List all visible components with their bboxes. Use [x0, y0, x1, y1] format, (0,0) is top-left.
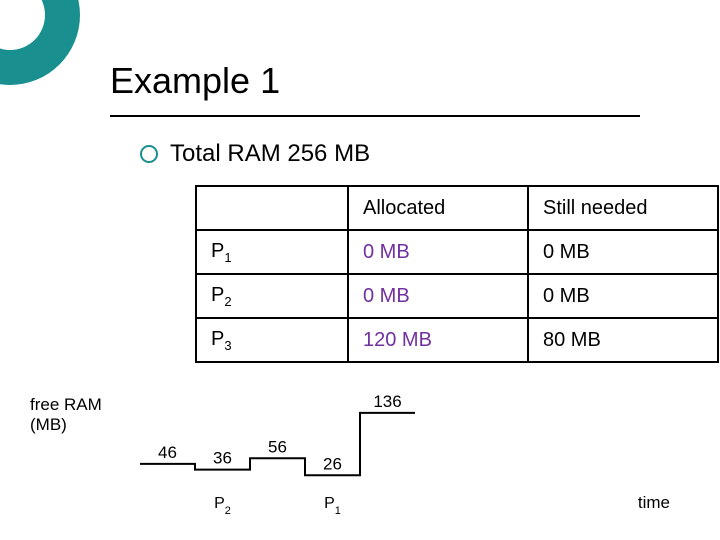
step-value-label: 46: [158, 443, 177, 462]
still-cell: 0 MB: [528, 230, 718, 274]
free-ram-axis-label: free RAM (MB): [30, 395, 102, 436]
allocated-cell: 0 MB: [348, 274, 528, 318]
proc-cell: P1: [196, 230, 348, 274]
bullet-text: Total RAM 256 MB: [170, 140, 370, 168]
table-header-proc: [196, 186, 348, 230]
allocated-cell: 0 MB: [348, 230, 528, 274]
step-value-label: 26: [323, 454, 342, 473]
bullet-item: Total RAM 256 MB: [140, 140, 370, 168]
still-cell: 80 MB: [528, 318, 718, 362]
page-title: Example 1: [110, 60, 280, 102]
proc-cell: P3: [196, 318, 348, 362]
step-value-label: 136: [373, 392, 401, 411]
decorative-circle: [0, 0, 80, 85]
proc-marker: P2: [214, 495, 231, 517]
proc-cell: P2: [196, 274, 348, 318]
step-value-label: 56: [268, 437, 287, 456]
still-cell: 0 MB: [528, 274, 718, 318]
table-header-allocated: Allocated: [348, 186, 528, 230]
table-row: P2 0 MB 0 MB: [196, 274, 718, 318]
step-value-label: 36: [213, 449, 232, 468]
table-header-still: Still needed: [528, 186, 718, 230]
table-row: P3 120 MB 80 MB: [196, 318, 718, 362]
bullet-icon: [140, 145, 158, 163]
table-row: P1 0 MB 0 MB: [196, 230, 718, 274]
time-axis-label: time: [638, 493, 670, 512]
free-ram-step-chart: 46 36 56 26 136 P2 P1 time: [130, 395, 690, 515]
proc-marker: P1: [324, 495, 341, 517]
title-rule: [110, 115, 640, 117]
allocated-cell: 120 MB: [348, 318, 528, 362]
allocation-table: Allocated Still needed P1 0 MB 0 MB P2 0…: [195, 185, 719, 363]
